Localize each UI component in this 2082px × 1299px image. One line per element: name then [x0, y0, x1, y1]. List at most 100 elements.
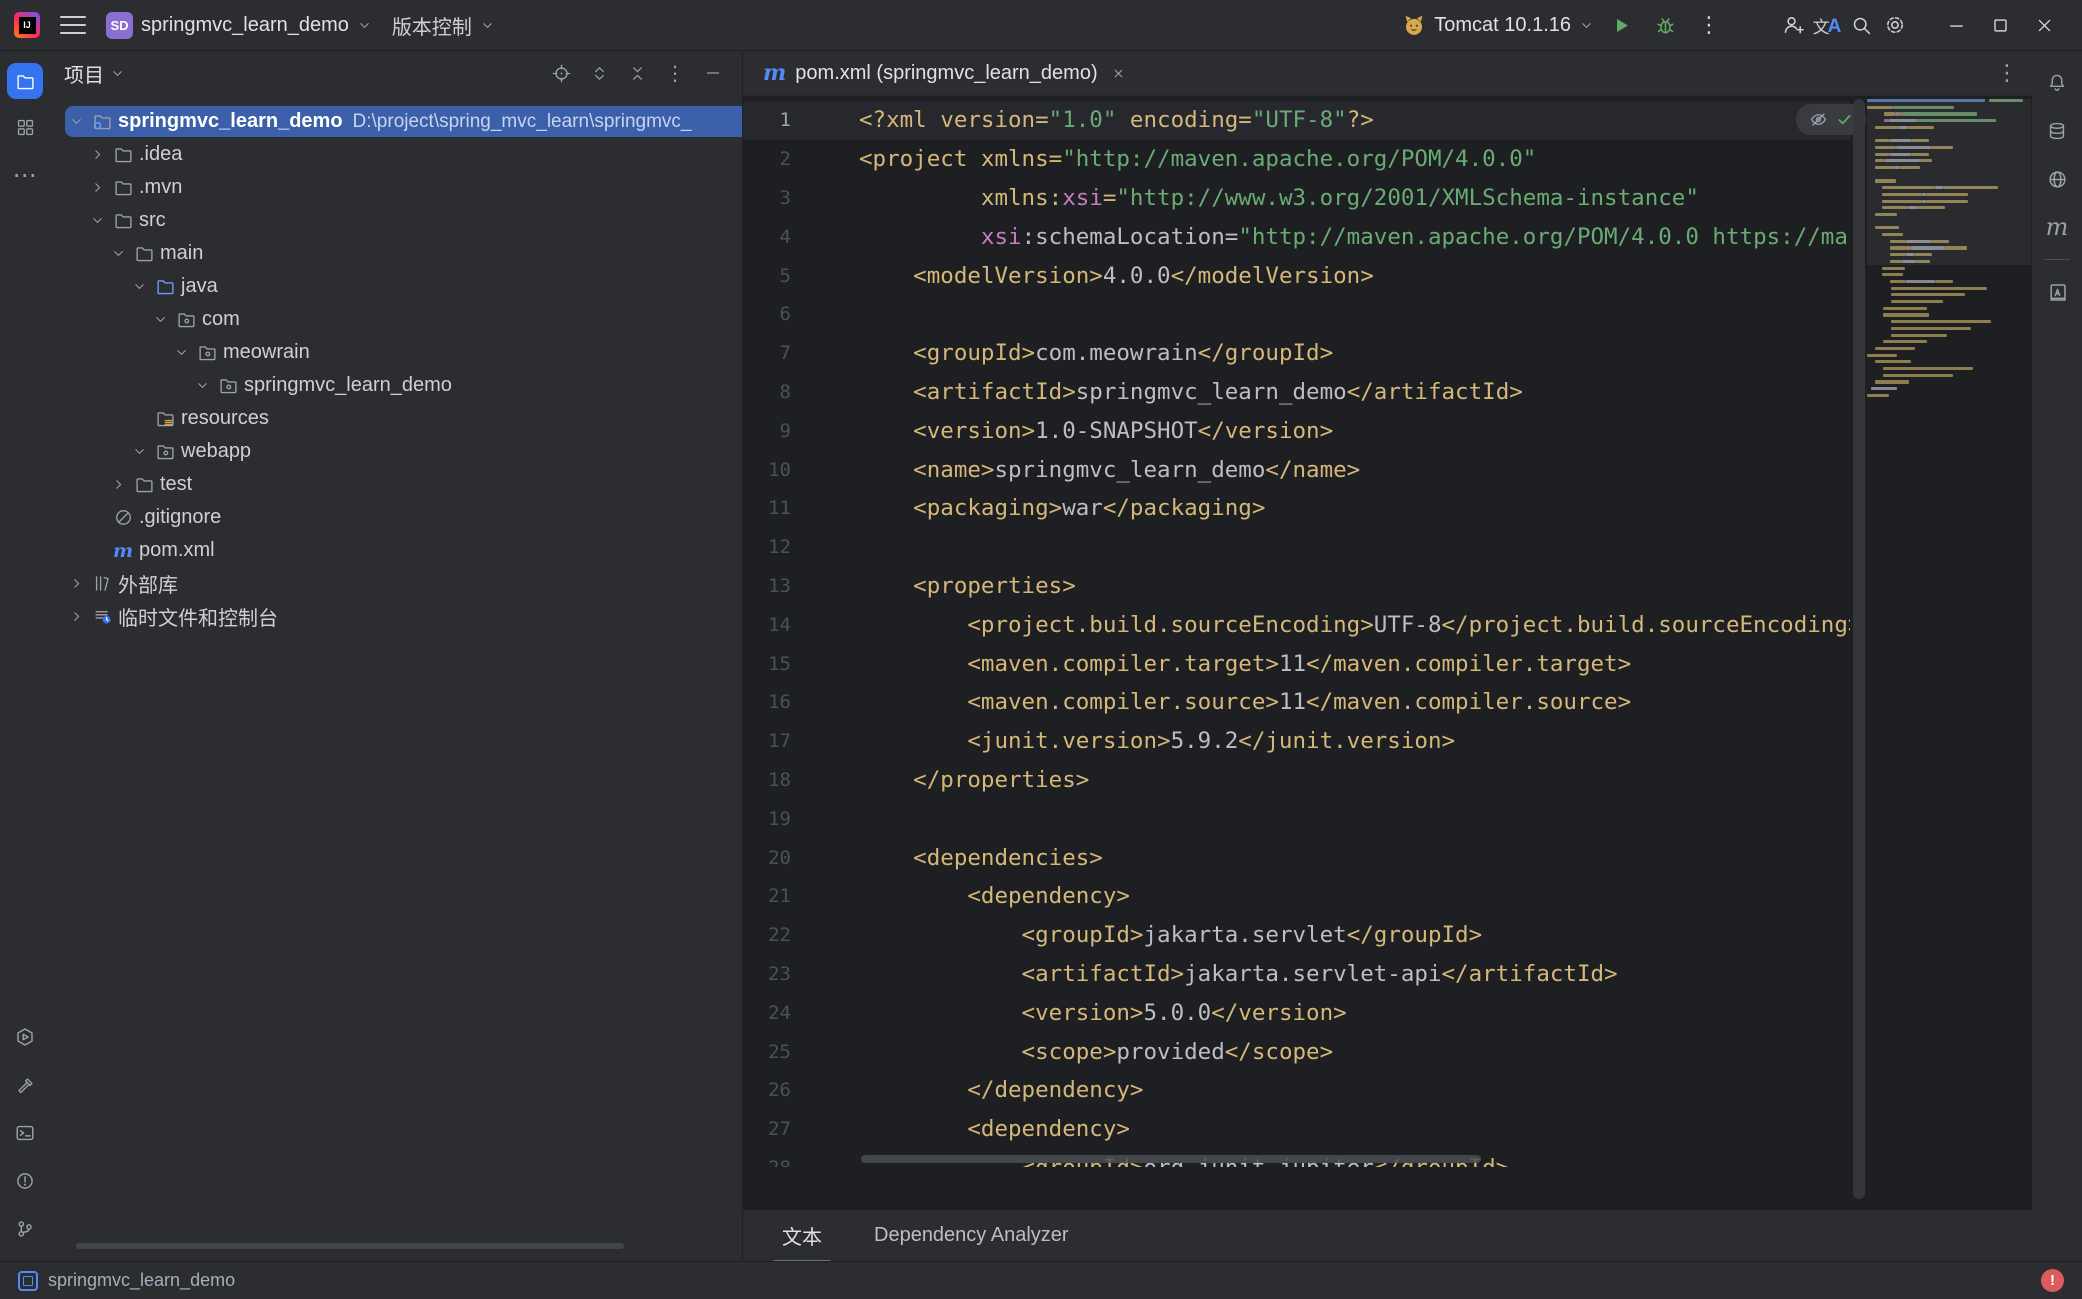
- code-line[interactable]: 14 <project.build.sourceEncoding>UTF-8</…: [743, 605, 1850, 644]
- services-tool-button[interactable]: [5, 1017, 45, 1057]
- add-user-icon[interactable]: [1776, 8, 1810, 42]
- tree-row[interactable]: 外部库: [50, 567, 742, 600]
- editor-vertical-scrollbar[interactable]: [1853, 99, 1865, 1199]
- code-line[interactable]: 4 xsi:schemaLocation="http://maven.apach…: [743, 217, 1850, 256]
- tab-text-view[interactable]: 文本: [782, 1221, 822, 1250]
- code-minimap[interactable]: [1867, 99, 2031, 519]
- endpoints-globe-icon[interactable]: [2037, 159, 2077, 199]
- notifications-bell-icon[interactable]: [2037, 63, 2077, 103]
- tree-row[interactable]: resources: [50, 402, 742, 435]
- project-widget[interactable]: SD springmvc_learn_demo: [106, 12, 372, 39]
- more-actions-icon[interactable]: ⋮: [1692, 8, 1726, 42]
- editor-horizontal-scrollbar[interactable]: [861, 1155, 1481, 1163]
- tree-chevron-right-icon[interactable]: [85, 147, 109, 162]
- git-tool-button[interactable]: [5, 1209, 45, 1249]
- editor-options-icon[interactable]: ⋮: [1996, 60, 2018, 86]
- tree-chevron-right-icon[interactable]: [64, 576, 88, 591]
- tree-chevron-down-icon[interactable]: [148, 312, 172, 327]
- code-line[interactable]: 6: [743, 295, 1850, 334]
- tree-row[interactable]: .mvn: [50, 171, 742, 204]
- code-line[interactable]: 9 <version>1.0-SNAPSHOT</version>: [743, 411, 1850, 450]
- terminal-tool-button[interactable]: [5, 1113, 45, 1153]
- run-button[interactable]: [1604, 8, 1638, 42]
- code-line[interactable]: 21 <dependency>: [743, 877, 1850, 916]
- project-panel-title-dropdown[interactable]: 项目: [64, 59, 125, 88]
- tree-chevron-down-icon[interactable]: [127, 279, 151, 294]
- tree-chevron-down-icon[interactable]: [106, 246, 130, 261]
- settings-gear-icon[interactable]: [1878, 8, 1912, 42]
- translate-icon[interactable]: 文A: [1810, 8, 1844, 42]
- status-project-widget[interactable]: springmvc_learn_demo: [18, 1270, 235, 1291]
- code-line[interactable]: 23 <artifactId>jakarta.servlet-api</arti…: [743, 955, 1850, 994]
- tree-row[interactable]: meowrain: [50, 336, 742, 369]
- main-menu-icon[interactable]: [60, 16, 86, 34]
- vcs-widget[interactable]: 版本控制: [392, 11, 495, 40]
- tree-row[interactable]: springmvc_learn_demoD:\project\spring_mv…: [50, 105, 742, 138]
- maven-tool-button[interactable]: m: [2037, 207, 2077, 247]
- tree-row[interactable]: com: [50, 303, 742, 336]
- code-line[interactable]: 5 <modelVersion>4.0.0</modelVersion>: [743, 256, 1850, 295]
- editor-tab-pom-xml[interactable]: m pom.xml (springmvc_learn_demo): [743, 51, 1140, 95]
- code-line[interactable]: 27 <dependency>: [743, 1110, 1850, 1149]
- code-line[interactable]: 26 </dependency>: [743, 1071, 1850, 1110]
- hide-panel-icon[interactable]: [698, 60, 728, 86]
- code-line[interactable]: 25 <scope>provided</scope>: [743, 1032, 1850, 1071]
- tree-row[interactable]: main: [50, 237, 742, 270]
- tree-chevron-right-icon[interactable]: [64, 609, 88, 624]
- code-line[interactable]: 8 <artifactId>springmvc_learn_demo</arti…: [743, 373, 1850, 412]
- tree-row[interactable]: .gitignore: [50, 501, 742, 534]
- code-line[interactable]: 15 <maven.compiler.target>11</maven.comp…: [743, 644, 1850, 683]
- code-line[interactable]: 20 <dependencies>: [743, 838, 1850, 877]
- project-tree-hscrollbar[interactable]: [76, 1243, 624, 1249]
- code-line[interactable]: 22 <groupId>jakarta.servlet</groupId>: [743, 916, 1850, 955]
- close-tab-icon[interactable]: [1111, 66, 1126, 81]
- code-line[interactable]: 7 <groupId>com.meowrain</groupId>: [743, 334, 1850, 373]
- code-line[interactable]: 2<project xmlns="http://maven.apache.org…: [743, 140, 1850, 179]
- code-line[interactable]: 16 <maven.compiler.source>11</maven.comp…: [743, 683, 1850, 722]
- code-line[interactable]: 18 </properties>: [743, 761, 1850, 800]
- project-tool-button[interactable]: [7, 63, 43, 99]
- code-line[interactable]: 10 <name>springmvc_learn_demo</name>: [743, 450, 1850, 489]
- tree-row[interactable]: 临时文件和控制台: [50, 600, 742, 633]
- code-line[interactable]: 12: [743, 528, 1850, 567]
- code-line[interactable]: 17 <junit.version>5.9.2</junit.version>: [743, 722, 1850, 761]
- tree-chevron-down-icon[interactable]: [127, 444, 151, 459]
- tree-row[interactable]: java: [50, 270, 742, 303]
- window-minimize-button[interactable]: [1934, 5, 1978, 45]
- tree-row[interactable]: webapp: [50, 435, 742, 468]
- tab-dependency-analyzer[interactable]: Dependency Analyzer: [874, 1224, 1069, 1247]
- build-tool-button[interactable]: [5, 1065, 45, 1105]
- code-line[interactable]: 1<?xml version="1.0" encoding="UTF-8"?>: [743, 101, 1850, 140]
- tree-row[interactable]: test: [50, 468, 742, 501]
- code-line[interactable]: 24 <version>5.0.0</version>: [743, 993, 1850, 1032]
- run-configuration-widget[interactable]: Tomcat 10.1.16: [1402, 13, 1594, 37]
- window-close-button[interactable]: [2022, 5, 2066, 45]
- tree-chevron-right-icon[interactable]: [106, 477, 130, 492]
- tree-chevron-down-icon[interactable]: [85, 213, 109, 228]
- database-tool-button[interactable]: [2037, 111, 2077, 151]
- code-line[interactable]: 13 <properties>: [743, 567, 1850, 606]
- code-line[interactable]: 3 xmlns:xsi="http://www.w3.org/2001/XMLS…: [743, 179, 1850, 218]
- structure-tool-button[interactable]: [5, 107, 45, 147]
- locate-file-icon[interactable]: [546, 60, 576, 86]
- code-editor[interactable]: 1<?xml version="1.0" encoding="UTF-8"?>2…: [743, 95, 2032, 1210]
- error-notification-icon[interactable]: !: [2041, 1269, 2064, 1292]
- code-line[interactable]: 11 <packaging>war</packaging>: [743, 489, 1850, 528]
- code-line[interactable]: 19: [743, 799, 1850, 838]
- search-icon[interactable]: [1844, 8, 1878, 42]
- tree-row[interactable]: .idea: [50, 138, 742, 171]
- tree-row[interactable]: springmvc_learn_demo: [50, 369, 742, 402]
- problems-tool-button[interactable]: [5, 1161, 45, 1201]
- tree-row[interactable]: mpom.xml: [50, 534, 742, 567]
- more-tool-windows-icon[interactable]: ⋯: [5, 155, 45, 195]
- tree-chevron-down-icon[interactable]: [190, 378, 214, 393]
- tree-chevron-right-icon[interactable]: [85, 180, 109, 195]
- tree-chevron-down-icon[interactable]: [169, 345, 193, 360]
- panel-options-icon[interactable]: ⋮: [660, 60, 690, 86]
- expand-all-icon[interactable]: [584, 60, 614, 86]
- window-maximize-button[interactable]: [1978, 5, 2022, 45]
- tree-chevron-down-icon[interactable]: [64, 114, 88, 129]
- collapse-all-icon[interactable]: [622, 60, 652, 86]
- documentation-tool-button[interactable]: [2037, 272, 2077, 312]
- debug-button[interactable]: [1648, 8, 1682, 42]
